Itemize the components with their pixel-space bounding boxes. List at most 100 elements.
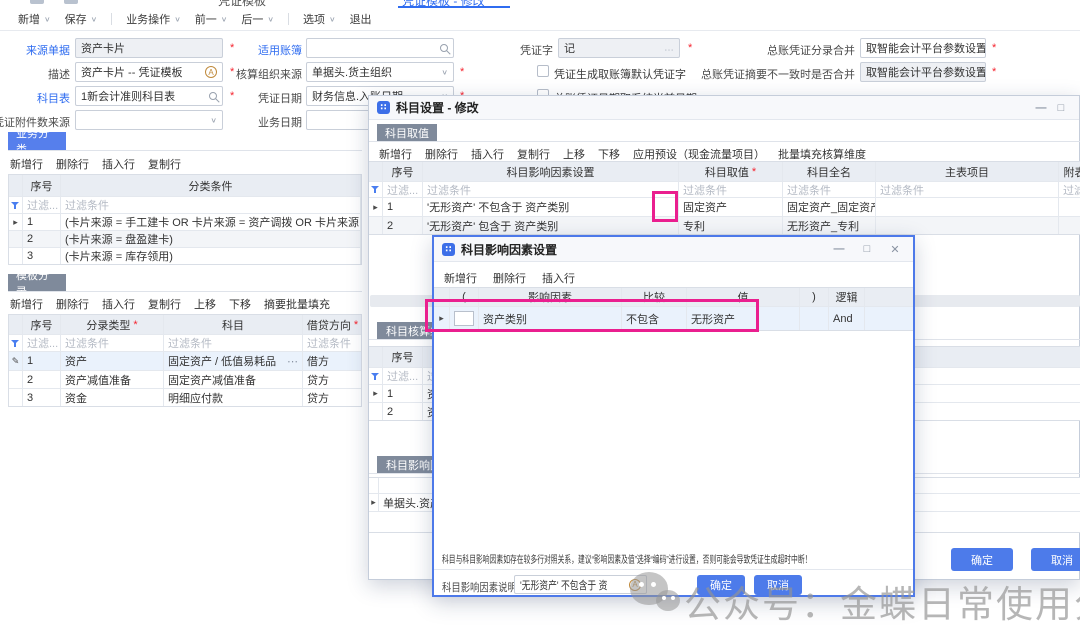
attachment-source-select[interactable]: ∨ xyxy=(75,110,223,130)
search-icon[interactable] xyxy=(440,44,448,52)
col-dir: 借贷方向 xyxy=(307,317,351,333)
ellipsis-icon[interactable]: … xyxy=(664,44,674,53)
col-value: 科目取值 xyxy=(705,164,749,180)
search-icon[interactable] xyxy=(209,92,217,100)
tab-template-entries[interactable]: 模板分录 xyxy=(8,274,66,292)
menu-exit[interactable]: 退出 xyxy=(350,11,372,27)
applicable-book-field[interactable] xyxy=(306,38,454,58)
close-button[interactable]: ✕ xyxy=(885,243,905,256)
maximize-button[interactable]: □ xyxy=(857,243,877,256)
insert-row-button[interactable]: 插入行 xyxy=(471,146,504,162)
add-row-button[interactable]: 新增行 xyxy=(444,270,477,286)
delete-row-button[interactable]: 删除行 xyxy=(425,146,458,162)
voucher-word-field[interactable]: 记… xyxy=(558,38,680,58)
minimize-button[interactable]: — xyxy=(829,243,849,256)
merge-entries-label: 总账凭证分录合并 xyxy=(720,42,855,58)
move-up-button[interactable]: 上移 xyxy=(563,146,585,162)
required-mark: * xyxy=(992,42,996,54)
batch-fill-summary-button[interactable]: 摘要批量填充 xyxy=(264,296,330,312)
table-row[interactable]: ▸ 1 (卡片来源 = 手工建卡 OR 卡片来源 = 资产调拨 OR 卡片来源 … xyxy=(9,214,361,231)
tab-voucher-template[interactable]: 凭证模板 xyxy=(218,0,266,8)
col-no: 序号 xyxy=(383,347,423,367)
delete-row-button[interactable]: 删除行 xyxy=(56,156,89,172)
table-header-row: 序号 科目影响因素设置 科目取值 * 科目全名 主表项目 附表项目 xyxy=(369,162,1080,182)
confirm-button[interactable]: 确定 xyxy=(951,548,1013,571)
source-bill-field[interactable]: 资产卡片 xyxy=(75,38,223,58)
filter-row[interactable]: 过滤... 过滤条件 过滤条件 过滤条件 过滤条件 过滤条件 xyxy=(369,182,1080,198)
org-source-select[interactable]: 单据头.货主组织∨ xyxy=(306,62,454,82)
delete-row-button[interactable]: 删除行 xyxy=(493,270,526,286)
batch-fill-dimension-button[interactable]: 批量填充核算维度 xyxy=(778,146,866,162)
maximize-button[interactable]: □ xyxy=(1051,102,1071,114)
menubar-border xyxy=(0,30,1080,31)
factor-footer-divider xyxy=(434,569,913,570)
delete-row-button[interactable]: 删除行 xyxy=(56,296,89,312)
insert-row-button[interactable]: 插入行 xyxy=(102,156,135,172)
factor-desc-field[interactable]: '无形资产' 不包含于 资产类别 A xyxy=(514,575,647,594)
cancel-button[interactable]: 取消 xyxy=(1031,548,1080,571)
kingdee-logo-icon: ∷ xyxy=(377,101,390,114)
table-row[interactable]: ✎ 1 资产 固定资产 / 低值易耗品⋯ 借方 xyxy=(9,352,361,371)
menu-business-ops[interactable]: 业务操作∨ xyxy=(126,11,181,27)
summary-merge-select[interactable]: 取智能会计平台参数设置∨ xyxy=(860,62,986,82)
move-up-button[interactable]: 上移 xyxy=(194,296,216,312)
filter-row[interactable]: 过滤... 过滤条件 xyxy=(9,197,361,214)
move-down-button[interactable]: 下移 xyxy=(229,296,251,312)
merge-entries-select[interactable]: 取智能会计平台参数设置∨ xyxy=(860,38,986,58)
col-subject: 科目 xyxy=(164,315,303,334)
add-row-button[interactable]: 新增行 xyxy=(10,296,43,312)
menu-previous[interactable]: 前一∨ xyxy=(195,11,228,27)
ellipsis-icon[interactable]: ⋯ xyxy=(287,355,298,368)
col-main-item: 主表项目 xyxy=(876,162,1059,181)
default-voucher-word-checkbox[interactable] xyxy=(537,65,549,77)
description-field[interactable]: 资产卡片 -- 凭证模板A xyxy=(75,62,223,82)
copy-row-button[interactable]: 复制行 xyxy=(517,146,550,162)
section-divider xyxy=(8,291,362,292)
current-row-icon: ▸ xyxy=(373,202,378,213)
coa-field[interactable]: 1新会计准则科目表 xyxy=(75,86,223,106)
dialog-title: 科目影响因素设置 xyxy=(461,241,557,258)
grid-icon[interactable] xyxy=(64,0,78,4)
filter-icon xyxy=(11,201,20,210)
col-type: 分录类型 xyxy=(86,317,130,333)
subject-dialog-titlebar[interactable]: ∷ 科目设置 - 修改 — □ xyxy=(369,96,1079,120)
kingdee-logo-icon: ∷ xyxy=(442,243,455,256)
tab-subject-value[interactable]: 科目取值 xyxy=(377,124,437,142)
move-down-button[interactable]: 下移 xyxy=(598,146,620,162)
table-row[interactable]: ▸ 1 '无形资产' 不包含于 资产类别 固定资产 固定资产_固定资产 xyxy=(369,198,1080,217)
table-row[interactable]: 2 资产减值准备 固定资产减值准备 贷方 xyxy=(9,371,361,389)
apply-preset-button[interactable]: 应用预设（现金流量项目） xyxy=(633,146,765,162)
factor-dialog-titlebar[interactable]: ∷ 科目影响因素设置 — □ ✕ xyxy=(434,237,913,262)
copy-row-button[interactable]: 复制行 xyxy=(148,156,181,172)
insert-row-button[interactable]: 插入行 xyxy=(542,270,575,286)
menu-save[interactable]: 保存∨ xyxy=(65,11,98,27)
table-row[interactable]: 3 (卡片来源 = 库存领用) xyxy=(9,248,361,265)
tab-business-class[interactable]: 业务分类 xyxy=(8,132,66,150)
add-row-button[interactable]: 新增行 xyxy=(379,146,412,162)
factor-toolbar: 新增行 删除行 插入行 xyxy=(444,270,575,286)
template-entries-table: 序号 分录类型 * 科目 借贷方向 * 过滤... 过滤条件 过滤条件 过滤条件… xyxy=(8,314,362,407)
org-source-label: 核算组织来源 xyxy=(215,66,302,82)
menu-next[interactable]: 后一∨ xyxy=(241,11,274,27)
factor-warning-text: 科目与科目影响因素如存在较多行对照关系，建议“影响因素及值”选择“编码”进行设置… xyxy=(442,551,811,566)
menubar-divider xyxy=(288,13,289,25)
home-icon[interactable] xyxy=(30,0,44,4)
minimize-button[interactable]: — xyxy=(1031,102,1051,114)
table-row[interactable]: 2 '无形资产' 包含于 资产类别 专利 无形资产_专利 xyxy=(369,217,1080,235)
copy-row-button[interactable]: 复制行 xyxy=(148,296,181,312)
template-entries-toolbar: 新增行 删除行 插入行 复制行 上移 下移 摘要批量填充 xyxy=(10,296,330,312)
subject-grid-toolbar: 新增行 删除行 插入行 复制行 上移 下移 应用预设（现金流量项目） 批量填充核… xyxy=(379,146,866,162)
menu-new[interactable]: 新增∨ xyxy=(18,11,51,27)
filter-icon xyxy=(11,339,20,348)
description-label: 描述 xyxy=(0,66,70,82)
table-row[interactable]: 3 资金 明细应付款 贷方 xyxy=(9,389,361,407)
chevron-down-icon: ∨ xyxy=(441,68,448,77)
chevron-down-icon: ∨ xyxy=(221,15,228,24)
insert-row-button[interactable]: 插入行 xyxy=(102,296,135,312)
add-row-button[interactable]: 新增行 xyxy=(10,156,43,172)
filter-row[interactable]: 过滤... 过滤条件 过滤条件 过滤条件 xyxy=(9,335,361,352)
chevron-down-icon: ∨ xyxy=(91,15,98,24)
menu-options[interactable]: 选项∨ xyxy=(303,11,336,27)
table-row[interactable]: 2 (卡片来源 = 盘盈建卡) xyxy=(9,231,361,248)
annotation-box-cell xyxy=(652,191,678,222)
